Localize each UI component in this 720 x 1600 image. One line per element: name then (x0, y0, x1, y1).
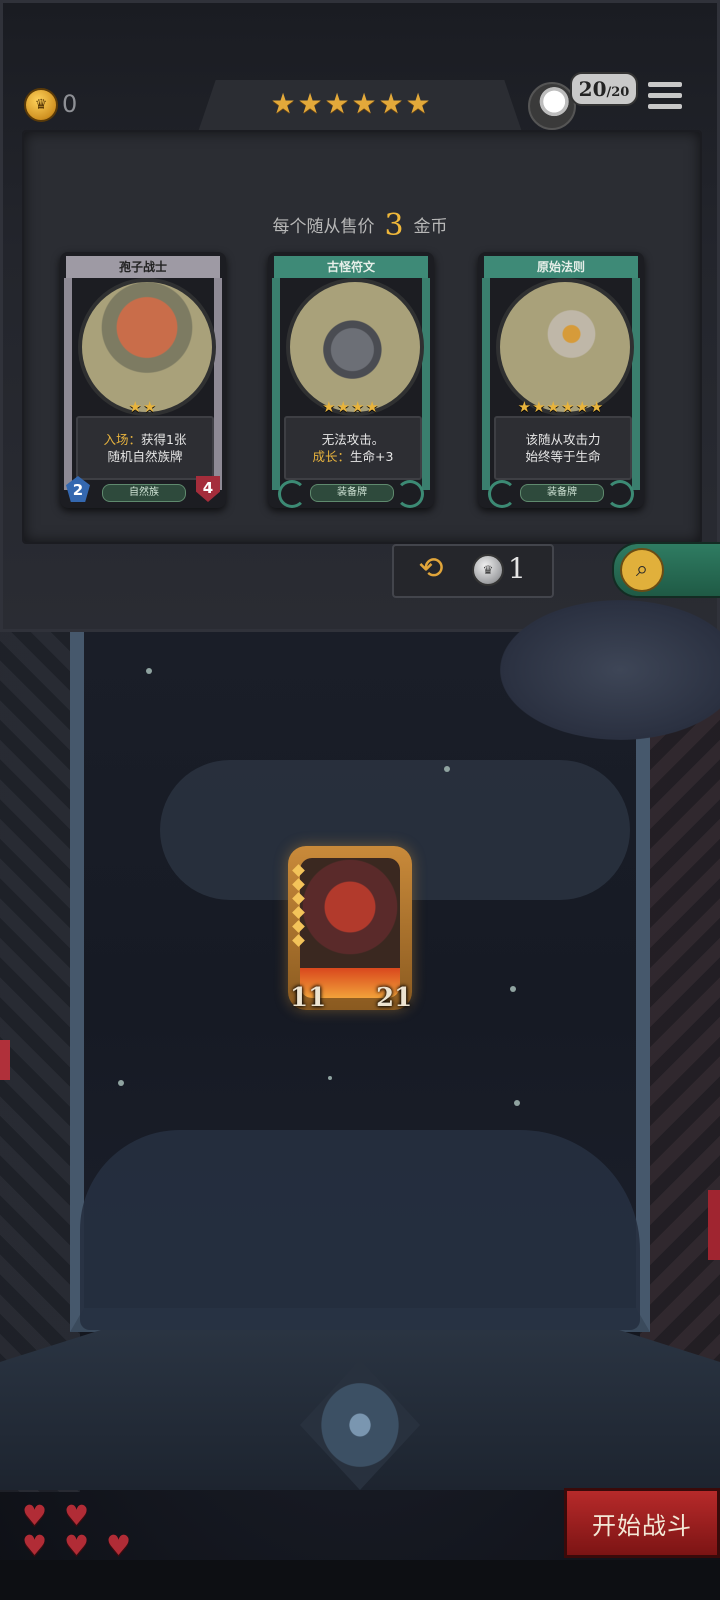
card-desc-line: 该随从攻击力 (525, 432, 601, 447)
right-red-light (708, 1190, 720, 1260)
card-art (496, 278, 634, 416)
minion-attack: 11 (290, 983, 327, 1013)
sell-price-text: 每个随从售价 3 金币 (0, 208, 720, 245)
card-description: 入场：获得1张 随机自然族牌 (76, 416, 214, 480)
card-description: 该随从攻击力 始终等于生命 (494, 416, 632, 480)
star-dot (118, 1080, 124, 1086)
left-red-light (0, 1040, 10, 1080)
minion-tier-gems (292, 862, 306, 950)
heart-icon: ♥ (106, 1529, 132, 1562)
heart-icon: ♥ (22, 1529, 48, 1562)
heart-icon: ♥ (22, 1499, 48, 1532)
star-dot (444, 766, 450, 772)
player-health-max: /20 (606, 85, 630, 100)
swirl-ornament-icon (278, 480, 306, 508)
swirl-ornament-icon (606, 480, 634, 508)
star-dot (328, 1076, 332, 1080)
player-health-value: 20 (578, 77, 607, 101)
sell-price-value: 3 (384, 208, 404, 243)
card-desc-line: 随机自然族牌 (107, 449, 183, 464)
star-icon: ★ (297, 87, 323, 120)
swirl-ornament-icon (396, 480, 424, 508)
tavern-tier-stars: ★ ★ ★ ★ ★ ★ (270, 84, 431, 124)
card-name: 古怪符文 (274, 256, 428, 278)
shop-card-primal-law[interactable]: 原始法则 ★★★★★★ 该随从攻击力 始终等于生命 装备牌 (478, 252, 644, 508)
star-dot (514, 1100, 520, 1106)
magnifier-icon[interactable]: ⌕ (620, 548, 664, 592)
silver-coin-icon: ♛ (472, 554, 504, 586)
player-health-bubble: 20/20 (570, 72, 638, 106)
card-stars: ★★★★ (322, 398, 380, 416)
star-icon: ★ (270, 87, 296, 120)
card-desc-line: 生命+3 (350, 449, 394, 464)
star-icon: ★ (324, 87, 350, 120)
start-battle-button[interactable]: 开始战斗 (564, 1488, 720, 1558)
card-name: 孢子战士 (66, 256, 220, 278)
bottom-strip (0, 1560, 720, 1600)
sell-price-suffix: 金币 (413, 217, 448, 237)
star-dot (510, 986, 516, 992)
card-keyword: 成长： (312, 449, 351, 464)
player-avatar[interactable] (528, 82, 576, 130)
card-desc-line: 无法攻击。 (321, 432, 385, 447)
menu-icon[interactable] (648, 82, 682, 112)
refresh-icon[interactable]: ⟲ (414, 552, 448, 586)
shop-card-spore-warrior[interactable]: 孢子战士 ★★ 入场：获得1张 随机自然族牌 2 自然族 4 (60, 252, 226, 508)
card-tribe-badge: 自然族 (102, 484, 186, 502)
card-desc-line: 获得1张 (141, 432, 187, 447)
star-icon: ★ (405, 87, 431, 120)
card-name: 原始法则 (484, 256, 638, 278)
card-description: 无法攻击。 成长：生命+3 (284, 416, 422, 480)
card-health: 4 (196, 476, 220, 502)
gold-coin-icon: ♛ (24, 88, 58, 122)
cloud-decoration (80, 1130, 640, 1330)
sell-price-prefix: 每个随从售价 (272, 217, 375, 237)
star-dot (146, 668, 152, 674)
refresh-cost: 1 (508, 552, 526, 585)
card-art (286, 278, 424, 416)
card-keyword: 入场： (103, 432, 142, 447)
card-desc-line: 始终等于生命 (525, 449, 601, 464)
card-stars: ★★ (128, 398, 158, 416)
star-icon: ★ (351, 87, 377, 120)
card-art (78, 278, 216, 416)
card-stars: ★★★★★★ (517, 398, 605, 416)
card-tribe-badge: 装备牌 (310, 484, 394, 502)
heart-icon: ♥ (64, 1529, 90, 1562)
minion-health: 21 (376, 983, 413, 1013)
shop-card-strange-rune[interactable]: 古怪符文 ★★★★ 无法攻击。 成长：生命+3 装备牌 (268, 252, 434, 508)
card-tribe-badge: 装备牌 (520, 484, 604, 502)
star-icon: ★ (378, 87, 404, 120)
gold-count: 0 (62, 90, 78, 118)
swirl-ornament-icon (488, 480, 516, 508)
heart-icon: ♥ (64, 1499, 90, 1532)
